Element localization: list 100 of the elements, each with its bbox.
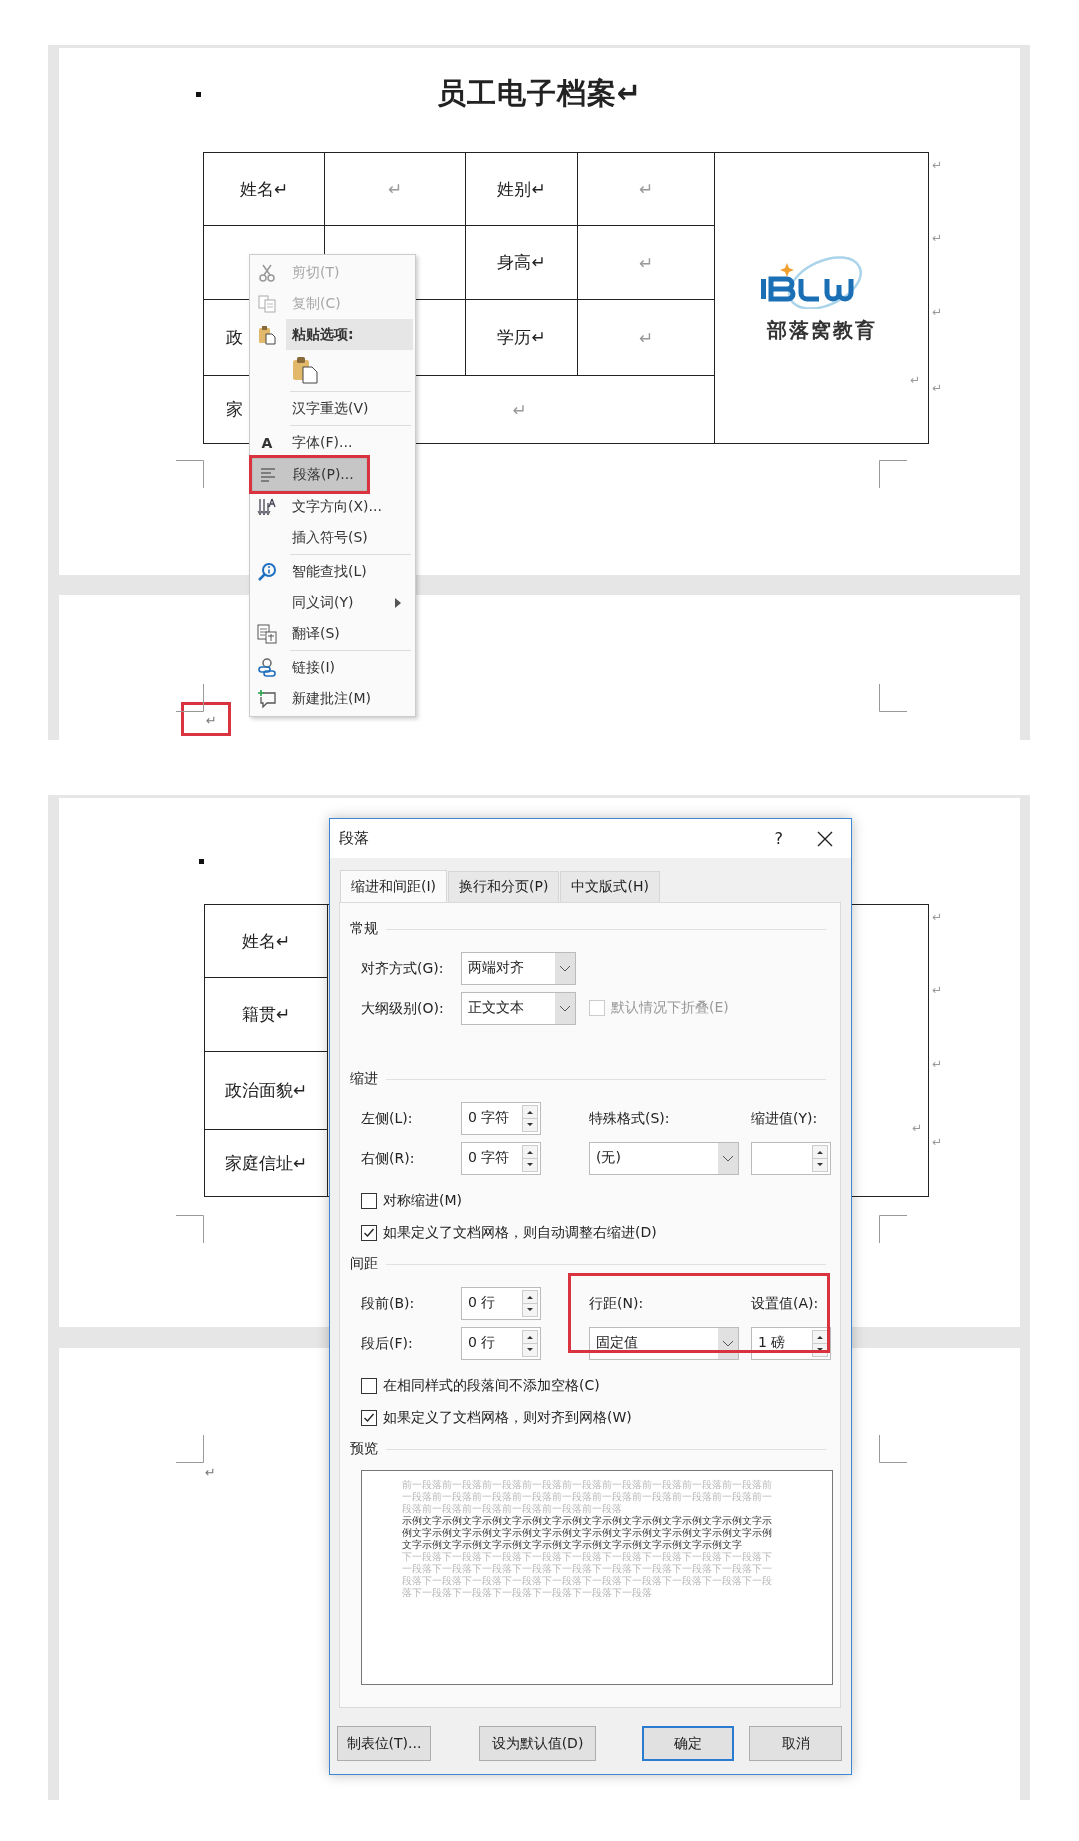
chevron-down-icon — [555, 952, 575, 984]
menu-item[interactable]: 翻译(S) — [252, 618, 413, 649]
menu-item[interactable]: 插入符号(S) — [252, 522, 413, 553]
paragraph-mark: ↵ — [909, 373, 920, 387]
spin-arrows-icon — [522, 1144, 538, 1172]
paragraph-mark: ↵ — [181, 702, 231, 736]
paragraph-mark: ↵ — [911, 1121, 922, 1135]
field-label: 右侧(R): — [361, 1150, 415, 1166]
checkbox-label: 在相同样式的段落间不添加空格(C) — [383, 1377, 600, 1395]
field-label: 行距(N): — [589, 1295, 644, 1311]
table-cell: 政治面貌↵ — [205, 1052, 327, 1130]
table-cell: ↵ — [577, 152, 715, 226]
field-label: 缩进值(Y): — [751, 1110, 818, 1126]
preview-text: 示例文字示例文字示例文字示例文字示例文字示例文字示例文字示例文字示例文字示例文字示例文字示例文字示例文字示例文字示例文字示例文字示例文字示例文字示例文字示例文字示例文字示例文字示例文字示例文字示例文字示例文字示例文字 — [402, 1515, 772, 1551]
menu-item[interactable]: 新建批注(M) — [252, 683, 413, 714]
logo-text: 部落窝教育 — [766, 316, 877, 344]
crop-mark — [879, 684, 907, 712]
table-cell: ↵ — [324, 152, 466, 226]
spin-field[interactable]: 0 字符 — [461, 1101, 541, 1135]
table-cell: 学历↵ — [465, 299, 578, 376]
spin-arrows-icon — [522, 1289, 538, 1317]
paragraph-mark: ↵ — [932, 1057, 943, 1071]
document-title: 员工电子档案↵ — [436, 75, 643, 112]
submenu-arrow-icon — [395, 598, 401, 608]
spin-arrows-icon — [522, 1104, 538, 1132]
menu-item[interactable]: 段落(P)... — [252, 458, 367, 491]
dropdown[interactable]: 正文文本 — [461, 991, 576, 1025]
dropdown[interactable]: (无) — [589, 1141, 739, 1175]
dialog-title: 段落 — [339, 829, 370, 848]
paragraph-mark: ↵ — [932, 305, 943, 319]
field-label: 段前(B): — [361, 1295, 415, 1311]
crop-mark — [176, 1215, 204, 1243]
paste-option-button[interactable] — [292, 356, 318, 384]
paragraph-mark: ↵ — [205, 1465, 216, 1480]
section-heading: 缩进 — [350, 1070, 378, 1088]
section-heading: 常规 — [350, 920, 378, 938]
dialog-button[interactable]: 制表位(T)... — [337, 1726, 431, 1761]
field-label: 特殊格式(S): — [589, 1110, 670, 1126]
tab[interactable]: 缩进和间距(I) — [340, 870, 448, 902]
chevron-down-icon — [718, 1142, 738, 1174]
paragraph-mark: ↵ — [932, 158, 943, 172]
crop-mark — [176, 684, 204, 712]
spin-field[interactable]: 0 行 — [461, 1286, 541, 1320]
checkbox-label: 默认情况下折叠(E) — [611, 999, 729, 1017]
menu-item[interactable]: 链接(I) — [252, 652, 413, 683]
table-cell: 姓名↵ — [205, 905, 327, 978]
field-label: 对齐方式(G): — [361, 960, 444, 976]
checkbox[interactable] — [361, 1193, 377, 1209]
chevron-down-icon — [555, 992, 575, 1024]
copy-icon — [258, 294, 276, 313]
spin-arrows-icon — [812, 1144, 828, 1172]
paragraph-mark: ↵ — [932, 983, 943, 997]
table-cell: 籍贯↵ — [205, 978, 327, 1052]
checkbox[interactable] — [361, 1225, 377, 1241]
dialog-button[interactable]: 取消 — [749, 1726, 842, 1761]
checkbox[interactable] — [361, 1410, 377, 1426]
search-icon — [257, 561, 277, 582]
paragraph-mark: ↵ — [932, 381, 943, 395]
section-heading: 间距 — [350, 1255, 378, 1273]
help-button[interactable]: ? — [774, 829, 783, 848]
field-label: 大纲级别(O): — [361, 1000, 444, 1016]
crop-mark — [879, 460, 907, 488]
comment-icon — [257, 688, 277, 709]
table-cell: 姓名↵ — [203, 152, 325, 226]
paragraph-mark: ↵ — [932, 910, 943, 924]
anchor-mark — [199, 859, 204, 864]
menu-item[interactable]: 同义词(Y) — [252, 587, 413, 618]
checkbox-label: 如果定义了文档网格，则自动调整右缩进(D) — [383, 1224, 657, 1242]
checkbox[interactable] — [361, 1378, 377, 1394]
close-button[interactable] — [817, 830, 833, 847]
dropdown[interactable]: 两端对齐 — [461, 951, 576, 985]
spin-field[interactable]: 0 字符 — [461, 1141, 541, 1175]
spin-field[interactable]: 0 行 — [461, 1326, 541, 1360]
chevron-down-icon — [718, 1327, 738, 1359]
paste-icon — [258, 324, 276, 345]
section-heading: 预览 — [350, 1440, 378, 1458]
field-label: 设置值(A): — [751, 1295, 819, 1311]
tab[interactable]: 换行和分页(P) — [448, 871, 560, 902]
paragraph-icon — [259, 465, 277, 484]
field-label: 左侧(L): — [361, 1110, 413, 1126]
crop-mark — [879, 1215, 907, 1243]
crop-mark — [176, 460, 204, 488]
checkbox-label: 如果定义了文档网格，则对齐到网格(W) — [383, 1409, 632, 1427]
crop-mark — [879, 1435, 907, 1463]
field-label: 段后(F): — [361, 1335, 413, 1351]
paragraph-mark: ↵ — [932, 1135, 943, 1149]
link-icon — [257, 657, 277, 678]
menu-item[interactable]: 智能查找(L) — [252, 556, 413, 587]
dialog-button[interactable]: 设为默认值(D) — [479, 1726, 596, 1761]
scissors-icon — [258, 263, 276, 282]
text-direction-icon — [257, 496, 277, 517]
dialog-button[interactable]: 确定 — [642, 1726, 734, 1761]
tab[interactable]: 中文版式(H) — [560, 871, 660, 902]
paragraph-mark: ↵ — [932, 231, 943, 245]
translate-icon — [257, 623, 277, 644]
table-cell: 姓别↵ — [465, 152, 578, 226]
menu-item[interactable]: 文字方向(X)... — [252, 491, 413, 522]
spin-field[interactable] — [751, 1141, 831, 1175]
anchor-mark — [196, 92, 201, 97]
spin-arrows-icon — [522, 1329, 538, 1357]
